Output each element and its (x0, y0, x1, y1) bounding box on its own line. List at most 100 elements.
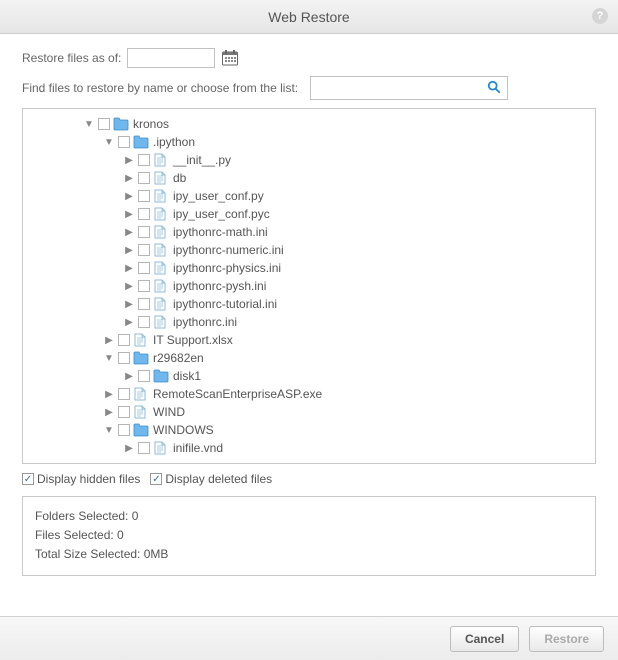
tree-node[interactable]: ▶ ipythonrc.ini (27, 313, 595, 331)
tree-node-label: __init__.py (173, 153, 231, 167)
file-icon (153, 171, 169, 185)
restore-date-row: Restore files as of: (22, 48, 596, 68)
tree-node[interactable]: ▼ .ipython (27, 133, 595, 151)
tree-node-label: db (173, 171, 186, 185)
expand-icon[interactable]: ▶ (123, 155, 135, 166)
tree-node[interactable]: ▶ disk1 (27, 367, 595, 385)
file-icon (153, 279, 169, 293)
tree-node-label: r29682en (153, 351, 204, 365)
search-input[interactable] (317, 80, 487, 96)
tree-node-checkbox[interactable] (118, 424, 130, 436)
tree-node[interactable]: ▼ WINDOWS (27, 421, 595, 439)
expand-icon[interactable]: ▶ (123, 263, 135, 274)
selection-summary: Folders Selected: 0 Files Selected: 0 To… (22, 496, 596, 576)
find-files-row: Find files to restore by name or choose … (22, 76, 596, 100)
tree-node[interactable]: ▼ kronos (27, 115, 595, 133)
expand-icon[interactable]: ▶ (123, 317, 135, 328)
tree-node-label: disk1 (173, 369, 201, 383)
cancel-button[interactable]: Cancel (450, 626, 519, 652)
tree-node-checkbox[interactable] (118, 388, 130, 400)
tree-node[interactable]: ▶ __init__.py (27, 151, 595, 169)
size-selected-label: Total Size Selected: (35, 547, 140, 561)
files-selected-value: 0 (117, 528, 124, 542)
folder-icon (133, 423, 149, 437)
expand-icon[interactable]: ▶ (103, 407, 115, 418)
tree-node-label: .ipython (153, 135, 195, 149)
tree-node-checkbox[interactable] (138, 208, 150, 220)
collapse-icon[interactable]: ▼ (103, 353, 115, 364)
expand-icon[interactable]: ▶ (123, 227, 135, 238)
expand-icon[interactable]: ▶ (123, 371, 135, 382)
tree-node[interactable]: ▶ db (27, 169, 595, 187)
folder-icon (133, 135, 149, 149)
tree-node[interactable]: ▶ipythonrc-pysh.ini (27, 277, 595, 295)
tree-node[interactable]: ▶ipy_user_conf.pyc (27, 205, 595, 223)
restore-as-of-label: Restore files as of: (22, 51, 121, 65)
expand-icon[interactable]: ▶ (123, 209, 135, 220)
tree-node-checkbox[interactable] (138, 244, 150, 256)
restore-date-input[interactable] (127, 48, 215, 68)
expand-icon[interactable]: ▶ (123, 281, 135, 292)
tree-node-checkbox[interactable] (118, 136, 130, 148)
tree-node-checkbox[interactable] (138, 280, 150, 292)
tree-node[interactable]: ▶ipy_user_conf.py (27, 187, 595, 205)
help-icon[interactable]: ? (592, 8, 608, 24)
tree-node-checkbox[interactable] (138, 172, 150, 184)
expand-icon[interactable]: ▶ (103, 335, 115, 346)
display-deleted-label: Display deleted files (165, 472, 272, 486)
collapse-icon[interactable]: ▼ (83, 119, 95, 130)
tree-node[interactable]: ▶ipythonrc-tutorial.ini (27, 295, 595, 313)
tree-node-checkbox[interactable] (118, 406, 130, 418)
expand-icon[interactable]: ▶ (123, 191, 135, 202)
expand-icon[interactable]: ▶ (123, 245, 135, 256)
tree-node-checkbox[interactable] (138, 316, 150, 328)
file-tree-scroll[interactable]: ▼ kronos ▼ .ipython ▶ __init__.py ▶ db ▶ipy_user… (23, 109, 595, 463)
tree-node-checkbox[interactable] (138, 154, 150, 166)
collapse-icon[interactable]: ▼ (103, 137, 115, 148)
expand-icon[interactable]: ▶ (103, 389, 115, 400)
display-hidden-option[interactable]: ✓ Display hidden files (22, 472, 140, 486)
tree-node-checkbox[interactable] (138, 370, 150, 382)
tree-node[interactable]: ▶ IT Support.xlsx (27, 331, 595, 349)
tree-node-checkbox[interactable] (118, 334, 130, 346)
file-icon (153, 315, 169, 329)
tree-node-label: kronos (133, 117, 169, 131)
folder-icon (113, 117, 129, 131)
tree-node-label: ipythonrc.ini (173, 315, 237, 329)
tree-node-label: ipythonrc-math.ini (173, 225, 268, 239)
file-tree: ▼ kronos ▼ .ipython ▶ __init__.py ▶ db ▶ipy_user… (23, 109, 595, 463)
file-icon (153, 225, 169, 239)
expand-icon[interactable]: ▶ (123, 443, 135, 454)
files-selected-label: Files Selected: (35, 528, 114, 542)
display-deleted-checkbox[interactable]: ✓ (150, 473, 162, 485)
tree-node[interactable]: ▶ ipythonrc-numeric.ini (27, 241, 595, 259)
tree-node[interactable]: ▶inifile.vnd (27, 439, 595, 457)
tree-node[interactable]: ▶ ipythonrc-math.ini (27, 223, 595, 241)
tree-node-label: WINDOWS (153, 423, 214, 437)
tree-node-checkbox[interactable] (98, 118, 110, 130)
tree-node-checkbox[interactable] (138, 442, 150, 454)
tree-node-checkbox[interactable] (138, 262, 150, 274)
tree-node-label: ipythonrc-numeric.ini (173, 243, 284, 257)
tree-node-checkbox[interactable] (118, 352, 130, 364)
tree-node[interactable]: ▶RemoteScanEnterpriseASP.exe (27, 385, 595, 403)
tree-node-checkbox[interactable] (138, 298, 150, 310)
calendar-icon[interactable] (221, 49, 239, 67)
display-options: ✓ Display hidden files ✓ Display deleted… (22, 472, 596, 486)
file-icon (153, 153, 169, 167)
tree-node-checkbox[interactable] (138, 226, 150, 238)
search-icon[interactable] (487, 80, 501, 97)
expand-icon[interactable]: ▶ (123, 299, 135, 310)
file-icon (153, 261, 169, 275)
display-deleted-option[interactable]: ✓ Display deleted files (150, 472, 272, 486)
tree-node-checkbox[interactable] (138, 190, 150, 202)
tree-node[interactable]: ▶WIND (27, 403, 595, 421)
restore-button[interactable]: Restore (529, 626, 604, 652)
file-icon (133, 405, 149, 419)
expand-icon[interactable]: ▶ (123, 173, 135, 184)
collapse-icon[interactable]: ▼ (103, 425, 115, 436)
tree-node[interactable]: ▶ipythonrc-physics.ini (27, 259, 595, 277)
display-hidden-checkbox[interactable]: ✓ (22, 473, 34, 485)
tree-node-label: IT Support.xlsx (153, 333, 233, 347)
tree-node[interactable]: ▼ r29682en (27, 349, 595, 367)
